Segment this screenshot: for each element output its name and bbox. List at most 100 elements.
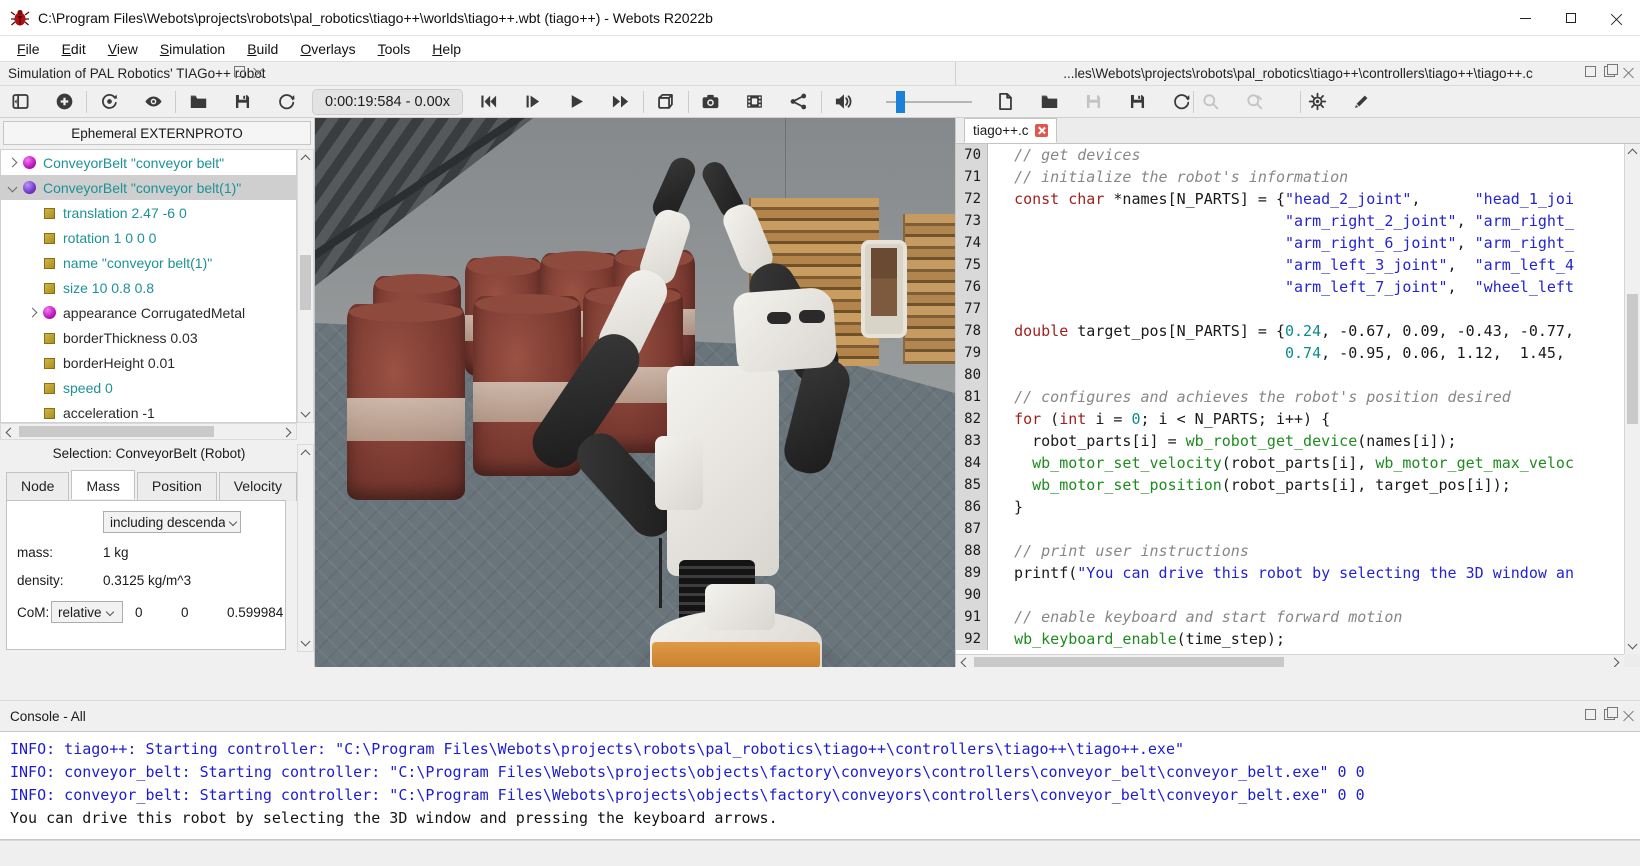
code-line[interactable]: 76 "arm_left_7_joint", "wheel_left <box>956 276 1624 298</box>
code-line[interactable]: 73 "arm_right_2_joint", "arm_right_ <box>956 210 1624 232</box>
menu-file[interactable]: File <box>6 38 51 60</box>
close-panel-icon[interactable] <box>253 66 264 77</box>
scroll-left-icon[interactable] <box>5 427 16 438</box>
tree-row[interactable]: acceleration -1 <box>1 400 296 422</box>
code-line[interactable]: 87 <box>956 518 1624 540</box>
tab-velocity[interactable]: Velocity <box>218 472 297 501</box>
code-line[interactable]: 70 // get devices <box>956 144 1624 166</box>
expand-chevron-icon[interactable] <box>7 182 18 193</box>
add-node-button[interactable] <box>52 90 76 114</box>
tree-row[interactable]: name "conveyor belt(1)" <box>1 250 296 275</box>
code-line[interactable]: 91 // enable keyboard and start forward … <box>956 606 1624 628</box>
revert-file-button[interactable] <box>1169 90 1193 114</box>
com-mode-dropdown[interactable]: relative <box>51 601 123 623</box>
code-line[interactable]: 82 for (int i = 0; i < N_PARTS; i++) { <box>956 408 1624 430</box>
scroll-up-icon[interactable] <box>1627 148 1638 159</box>
open-file-button[interactable] <box>1037 90 1061 114</box>
tree-row[interactable]: ConveyorBelt "conveyor belt(1)" <box>1 175 296 200</box>
code-line[interactable]: 79 0.74, -0.95, 0.06, 1.12, 1.45, <box>956 342 1624 364</box>
code-line[interactable]: 83 robot_parts[i] = wb_robot_get_device(… <box>956 430 1624 452</box>
code-line[interactable]: 89 printf("You can drive this robot by s… <box>956 562 1624 584</box>
share-button[interactable] <box>787 90 811 114</box>
code-line[interactable]: 72 const char *names[N_PARTS] = {"head_2… <box>956 188 1624 210</box>
scroll-thumb[interactable] <box>19 426 214 437</box>
tab-position[interactable]: Position <box>136 472 217 501</box>
code-line[interactable]: 81 // configures and achieves the robot'… <box>956 386 1624 408</box>
scroll-up-icon[interactable] <box>300 449 311 460</box>
code-line[interactable]: 85 wb_motor_set_position(robot_parts[i],… <box>956 474 1624 496</box>
code-line[interactable]: 71 // initialize the robot's information <box>956 166 1624 188</box>
menu-simulation[interactable]: Simulation <box>149 38 236 60</box>
console-output[interactable]: INFO: tiago++: Starting controller: "C:\… <box>0 731 1640 840</box>
render-eye-button[interactable] <box>141 90 165 114</box>
tab-mass[interactable]: Mass <box>71 470 135 499</box>
scroll-right-icon[interactable] <box>1609 657 1620 668</box>
float-window-icon[interactable] <box>1585 709 1596 720</box>
scroll-thumb[interactable] <box>1627 294 1638 424</box>
tree-row[interactable]: ConveyorBelt "conveyor belt" <box>1 150 296 175</box>
code-line[interactable]: 90 <box>956 584 1624 606</box>
tree-row[interactable]: translation 2.47 -6 0 <box>1 200 296 225</box>
reset-viewpoint-button[interactable] <box>97 90 121 114</box>
scroll-right-icon[interactable] <box>281 427 292 438</box>
tree-row[interactable]: borderThickness 0.03 <box>1 325 296 350</box>
reload-world-button[interactable] <box>274 90 298 114</box>
tab-close-icon[interactable] <box>1034 124 1048 137</box>
editor-tab[interactable]: tiago++.c <box>964 118 1057 143</box>
menu-edit[interactable]: Edit <box>51 38 97 60</box>
volume-slider[interactable] <box>885 90 972 114</box>
scroll-left-icon[interactable] <box>960 657 971 668</box>
code-line[interactable]: 77 <box>956 298 1624 320</box>
menu-tools[interactable]: Tools <box>367 38 422 60</box>
sound-button[interactable] <box>832 90 856 114</box>
rewind-button[interactable] <box>477 90 501 114</box>
restore-window-icon[interactable] <box>1604 707 1618 720</box>
float-window-icon[interactable] <box>1585 66 1596 77</box>
find-button[interactable] <box>1198 90 1222 114</box>
preferences-button[interactable] <box>1305 90 1329 114</box>
scroll-down-icon[interactable] <box>300 407 311 418</box>
menu-overlays[interactable]: Overlays <box>289 38 366 60</box>
close-panel-icon[interactable] <box>1623 709 1634 720</box>
code-line[interactable]: 86 } <box>956 496 1624 518</box>
expand-chevron-icon[interactable] <box>27 307 38 318</box>
find-replace-button[interactable] <box>1242 90 1266 114</box>
menu-view[interactable]: View <box>97 38 149 60</box>
tree-row[interactable]: size 10 0.8 0.8 <box>1 275 296 300</box>
code-line[interactable]: 84 wb_motor_set_velocity(robot_parts[i],… <box>956 452 1624 474</box>
movie-button[interactable] <box>743 90 767 114</box>
code-line[interactable]: 75 "arm_left_3_joint", "arm_left_4 <box>956 254 1624 276</box>
save-as-button[interactable] <box>1125 90 1149 114</box>
3d-viewport[interactable] <box>315 118 955 667</box>
editor-vertical-scrollbar[interactable] <box>1624 144 1640 654</box>
expand-chevron-icon[interactable] <box>7 157 18 168</box>
tree-vertical-scrollbar[interactable] <box>297 149 314 423</box>
3d-view-button[interactable] <box>654 90 678 114</box>
close-button[interactable] <box>1594 0 1640 36</box>
tree-row[interactable]: speed 0 <box>1 375 296 400</box>
scroll-down-icon[interactable] <box>300 636 311 647</box>
close-panel-icon[interactable] <box>1623 66 1634 77</box>
scroll-thumb[interactable] <box>300 255 311 310</box>
save-file-button[interactable] <box>1081 90 1105 114</box>
highlight-button[interactable] <box>1349 90 1373 114</box>
save-world-button[interactable] <box>230 90 254 114</box>
maximize-button[interactable] <box>1548 0 1594 36</box>
code-line[interactable]: 80 <box>956 364 1624 386</box>
menu-help[interactable]: Help <box>421 38 472 60</box>
panel-toggle-button[interactable] <box>8 90 32 114</box>
tree-row[interactable]: rotation 1 0 0 0 <box>1 225 296 250</box>
code-line[interactable]: 74 "arm_right_6_joint", "arm_right_ <box>956 232 1624 254</box>
code-editor[interactable]: 70 // get devices 71 // initialize the ro… <box>956 144 1624 654</box>
new-file-button[interactable] <box>993 90 1017 114</box>
code-line[interactable]: 92 wb_keyboard_enable(time_step); <box>956 628 1624 650</box>
volume-handle[interactable] <box>895 90 905 113</box>
tree-row[interactable]: borderHeight 0.01 <box>1 350 296 375</box>
inspector-vertical-scrollbar[interactable] <box>297 444 314 652</box>
tab-node[interactable]: Node <box>6 472 70 501</box>
restore-window-icon[interactable] <box>1604 64 1618 77</box>
tree-horizontal-scrollbar[interactable] <box>0 423 297 440</box>
play-button[interactable] <box>565 90 589 114</box>
menu-build[interactable]: Build <box>236 38 289 60</box>
snapshot-button[interactable] <box>699 90 723 114</box>
